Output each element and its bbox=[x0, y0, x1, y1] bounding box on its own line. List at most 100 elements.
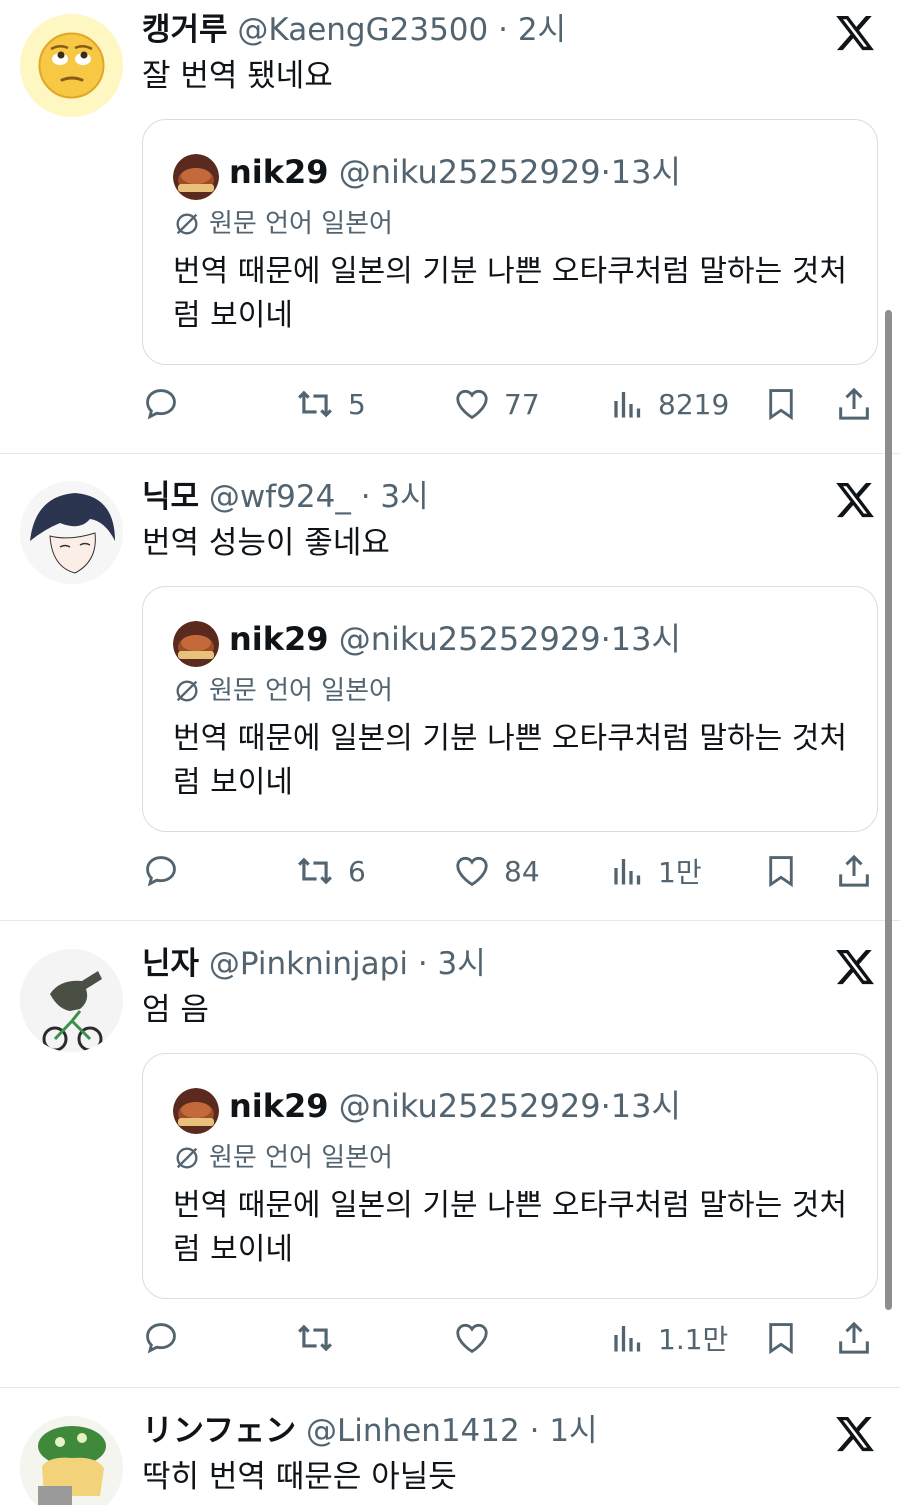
quoted-timestamp: 13시 bbox=[610, 153, 681, 191]
avatar[interactable] bbox=[20, 949, 123, 1052]
scrollbar[interactable] bbox=[885, 310, 892, 1310]
share-button[interactable] bbox=[834, 849, 874, 893]
translation-note: 원문 언어 일본어 bbox=[173, 206, 393, 242]
views-button[interactable]: 1만 bbox=[610, 849, 702, 893]
retweet-count: 5 bbox=[348, 387, 366, 421]
quoted-text: 번역 때문에 일본의 기분 나쁜 오타쿠처럼 말하는 것처럼 보이네 bbox=[173, 254, 847, 333]
quoted-tweet[interactable]: nik29 @niku25252929·13시 원문 언어 일본어 번역 때문에… bbox=[142, 586, 878, 832]
timestamp[interactable]: 1시 bbox=[549, 1413, 597, 1449]
quoted-display-name: nik29 bbox=[229, 153, 329, 191]
views-icon bbox=[614, 859, 641, 885]
retweet-button[interactable]: 6 bbox=[294, 849, 366, 893]
reply-icon bbox=[146, 389, 176, 420]
like-button[interactable]: 84 bbox=[452, 849, 540, 893]
quoted-text: 번역 때문에 일본의 기분 나쁜 오타쿠처럼 말하는 것처럼 보이네 bbox=[173, 721, 847, 800]
x-logo-icon bbox=[834, 12, 876, 54]
separator-dot: · bbox=[600, 620, 611, 658]
bookmark-button[interactable] bbox=[762, 382, 800, 426]
bookmark-button[interactable] bbox=[762, 1316, 800, 1360]
separator-dot: · bbox=[529, 1413, 540, 1449]
quoted-avatar bbox=[173, 154, 219, 200]
view-count: 1.1만 bbox=[658, 1323, 729, 1356]
quoted-handle: @niku25252929 bbox=[338, 620, 601, 658]
display-name[interactable]: 캥거루 bbox=[142, 12, 228, 48]
translate-icon bbox=[176, 1147, 198, 1169]
x-logo-icon bbox=[834, 1413, 876, 1455]
x-logo-icon bbox=[834, 946, 876, 988]
user-handle[interactable]: @Pinkninjapi bbox=[209, 946, 408, 982]
translate-icon bbox=[176, 680, 198, 702]
translation-note: 원문 언어 일본어 bbox=[173, 673, 393, 709]
separator-dot: · bbox=[600, 1087, 611, 1125]
views-button[interactable]: 8219 bbox=[610, 382, 729, 426]
share-icon bbox=[839, 1321, 869, 1354]
separator-dot: · bbox=[360, 479, 371, 515]
quoted-avatar bbox=[173, 1088, 219, 1134]
display-name[interactable]: 닌자 bbox=[142, 946, 199, 982]
separator-dot: · bbox=[498, 12, 508, 48]
separator-dot: · bbox=[600, 153, 611, 191]
views-icon bbox=[614, 392, 641, 418]
like-button[interactable]: 77 bbox=[452, 382, 540, 426]
reply-tweet[interactable]: 닉모 @wf924_ · 3시 번역 성능이 좋네요 nik29 @niku25… bbox=[0, 454, 900, 921]
quoted-handle: @niku25252929 bbox=[338, 1087, 601, 1125]
view-count: 1만 bbox=[658, 856, 702, 889]
quoted-display-name: nik29 bbox=[229, 1087, 329, 1125]
retweet-icon bbox=[298, 390, 332, 418]
retweet-button[interactable]: 5 bbox=[294, 382, 366, 426]
tweet-text: 엄 음 bbox=[142, 992, 209, 1028]
heart-icon bbox=[456, 389, 488, 420]
tweet-header: 닉모 @wf924_ · 3시 bbox=[142, 477, 429, 517]
reply-icon bbox=[146, 1323, 176, 1354]
reply-button[interactable] bbox=[142, 849, 180, 893]
tweet-text: 번역 성능이 좋네요 bbox=[142, 525, 390, 561]
user-handle[interactable]: @KaengG23500 bbox=[237, 12, 488, 48]
quoted-handle: @niku25252929 bbox=[338, 153, 601, 191]
quoted-tweet[interactable]: nik29 @niku25252929·13시 원문 언어 일본어 번역 때문에… bbox=[142, 1053, 878, 1299]
action-bar: 1.1만 bbox=[142, 1316, 882, 1360]
translation-note: 원문 언어 일본어 bbox=[173, 1140, 393, 1176]
timestamp[interactable]: 3시 bbox=[438, 946, 486, 982]
display-name[interactable]: 닉모 bbox=[142, 479, 199, 515]
views-icon bbox=[614, 1326, 641, 1352]
reply-icon bbox=[146, 856, 176, 887]
display-name[interactable]: リンフェン bbox=[142, 1413, 296, 1449]
timestamp[interactable]: 2시 bbox=[518, 12, 566, 48]
user-handle[interactable]: @Linhen1412 bbox=[306, 1413, 520, 1449]
retweet-button[interactable] bbox=[294, 1316, 348, 1360]
share-icon bbox=[839, 854, 869, 887]
view-count: 8219 bbox=[658, 387, 730, 421]
translation-label: 원문 언어 일본어 bbox=[209, 1143, 393, 1173]
share-button[interactable] bbox=[834, 1316, 874, 1360]
quoted-timestamp: 13시 bbox=[610, 620, 681, 658]
reply-tweet[interactable]: 닌자 @Pinkninjapi · 3시 엄 음 nik29 @niku2525… bbox=[0, 921, 900, 1388]
tweet-header: 닌자 @Pinkninjapi · 3시 bbox=[142, 944, 486, 984]
quoted-header: nik29 @niku25252929·13시 bbox=[229, 617, 681, 661]
timestamp[interactable]: 3시 bbox=[380, 479, 428, 515]
avatar[interactable] bbox=[20, 14, 123, 117]
share-button[interactable] bbox=[834, 382, 874, 426]
reply-tweet[interactable]: 캥거루 @KaengG23500 · 2시 잘 번역 됐네요 nik29 @ni… bbox=[0, 0, 900, 454]
quoted-tweet[interactable]: nik29 @niku25252929·13시 원문 언어 일본어 번역 때문에… bbox=[142, 119, 878, 365]
avatar[interactable] bbox=[20, 1416, 123, 1505]
like-button[interactable] bbox=[452, 1316, 504, 1360]
views-button[interactable]: 1.1만 bbox=[610, 1316, 728, 1360]
avatar[interactable] bbox=[20, 481, 123, 584]
reply-tweet[interactable]: リンフェン @Linhen1412 · 1시 딱히 번역 때문은 아닐듯 bbox=[0, 1388, 900, 1505]
retweet-count: 6 bbox=[348, 854, 366, 888]
heart-icon bbox=[456, 856, 488, 887]
bookmark-button[interactable] bbox=[762, 849, 800, 893]
retweet-icon bbox=[298, 857, 332, 885]
reply-button[interactable] bbox=[142, 382, 180, 426]
like-count: 84 bbox=[504, 854, 540, 888]
bookmark-icon bbox=[769, 856, 793, 888]
action-bar: 5 77 8219 bbox=[142, 382, 882, 426]
quoted-text: 번역 때문에 일본의 기분 나쁜 오타쿠처럼 말하는 것처럼 보이네 bbox=[173, 1188, 847, 1267]
user-handle[interactable]: @wf924_ bbox=[209, 479, 351, 515]
reply-button[interactable] bbox=[142, 1316, 180, 1360]
share-icon bbox=[839, 387, 869, 420]
quoted-timestamp: 13시 bbox=[610, 1087, 681, 1125]
tweet-header: 캥거루 @KaengG23500 · 2시 bbox=[142, 10, 566, 50]
translation-label: 원문 언어 일본어 bbox=[209, 676, 393, 706]
retweet-icon bbox=[298, 1324, 332, 1352]
